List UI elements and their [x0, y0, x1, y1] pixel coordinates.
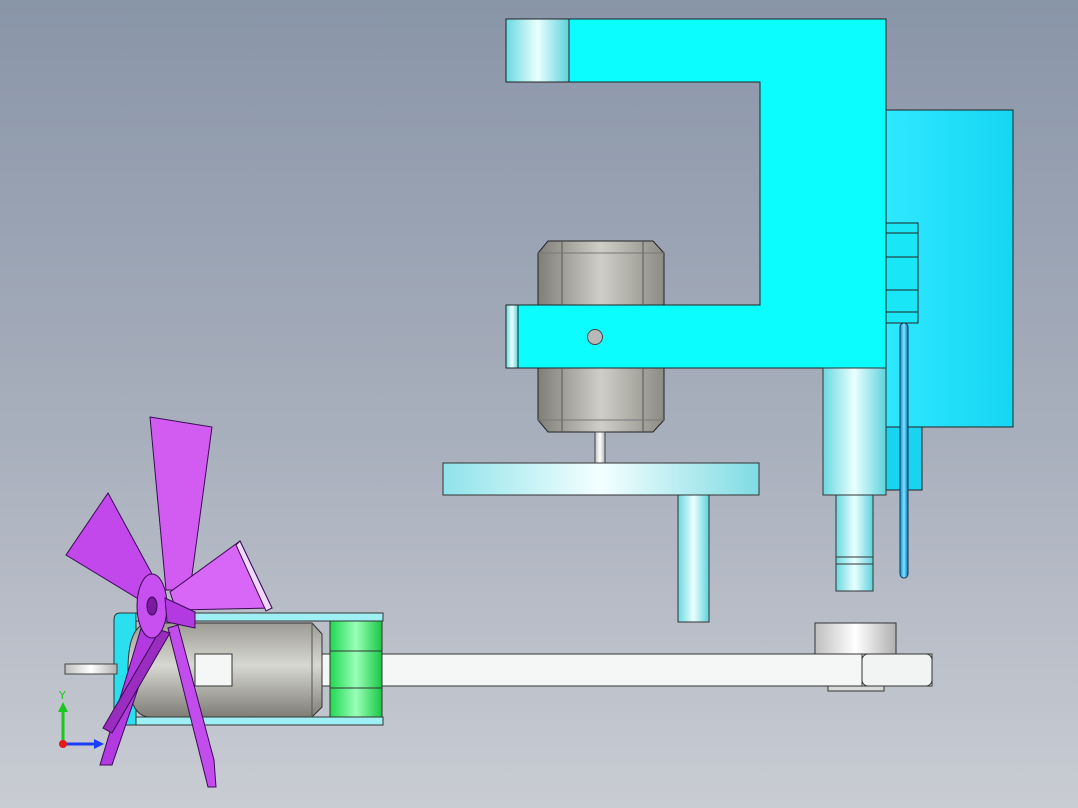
z-axis-icon: [59, 740, 67, 748]
turntable-disc[interactable]: [442, 462, 760, 623]
axis-triad: Y: [58, 689, 104, 749]
upper-arm-end: [505, 18, 570, 83]
spindle[interactable]: [822, 367, 887, 592]
pivot-hole: [587, 329, 603, 345]
c-frame[interactable]: [505, 18, 887, 369]
lower-arm-end: [505, 304, 519, 369]
pin-rod[interactable]: [899, 322, 909, 579]
fan-propeller[interactable]: [65, 416, 273, 788]
green-spacer: [329, 620, 383, 718]
motor-shaft: [64, 663, 118, 675]
hinge-block[interactable]: [885, 222, 919, 324]
y-axis-label: Y: [58, 689, 66, 702]
roller: [814, 622, 897, 656]
cad-viewport[interactable]: Y: [0, 0, 1078, 808]
cad-model-canvas[interactable]: Y: [0, 0, 1078, 808]
